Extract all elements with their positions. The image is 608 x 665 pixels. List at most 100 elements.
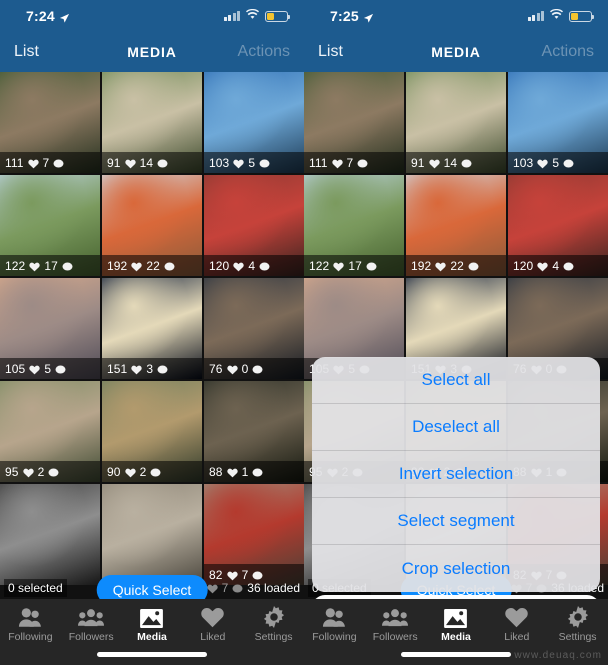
photo-stats: 192 22 [406,255,506,276]
heart-icon [537,158,549,168]
action-sheet-item-deselect-all[interactable]: Deselect all [312,404,600,451]
photo-stats: 103 5 [508,152,608,173]
tab-label: Following [8,631,53,643]
comment-bubble-icon [164,261,175,271]
photo-cell[interactable]: 111 7 [0,72,100,173]
nav-list-button[interactable]: List [14,43,39,61]
likes-count: 95 [5,464,19,479]
comment-bubble-icon [62,261,73,271]
action-sheet-item-select-all[interactable]: Select all [312,357,600,404]
nav-list-button[interactable]: List [318,43,343,61]
action-sheet: Select all Deselect all Invert selection Se… [312,357,600,592]
photo-stats: 1513 [102,358,202,379]
photo-cell[interactable]: 120 4 [508,175,608,276]
photo-cell[interactable]: 82 7 [204,484,304,585]
comment-bubble-icon [252,467,263,477]
comments-count: 17 [44,258,58,273]
comments-count: 5 [248,155,256,170]
photo-stats: 95 2 [0,461,100,482]
photo-cell[interactable]: 192 22 [102,175,202,276]
comments-count: 3 [146,361,154,376]
comment-bubble-icon [252,570,263,580]
status-bar-left: 7:24 [26,8,70,24]
heart-icon [233,261,245,271]
likes-count: 76 [209,361,223,376]
photo-cell[interactable]: 120 4 [204,175,304,276]
photo-cell[interactable]: 105 5 [0,278,100,379]
tab-label: Followers [372,631,418,643]
heart-icon [435,261,447,271]
photo-cell[interactable] [102,484,202,585]
battery-low-icon [265,10,291,22]
tab-following[interactable]: Following [304,606,365,665]
tab-label: Liked [200,631,226,643]
tab-settings[interactable]: Settings [243,606,304,665]
photo-stats: 192 22 [102,255,202,276]
photo-cell[interactable]: 192 22 [406,175,506,276]
photo-cell[interactable]: 103 5 [204,72,304,173]
comments-count: 4 [552,258,560,273]
likes-count: 82 [209,567,223,582]
photo-cell[interactable]: 1513 [102,278,202,379]
comments-count: 4 [248,258,256,273]
likes-count: 88 [209,464,223,479]
likes-count: 122 [309,258,330,273]
wifi-icon [549,7,564,25]
photo-cell[interactable] [0,484,100,585]
action-sheet-item-invert-selection[interactable]: Invert selection [312,451,600,498]
comment-bubble-icon [53,158,64,168]
comments-count: 5 [552,155,560,170]
heart-icon [131,261,143,271]
photo-cell[interactable]: 91 14 [102,72,202,173]
action-sheet-item-crop-selection[interactable]: Crop selection [312,545,600,592]
photo-cell[interactable]: 88 1 [204,381,304,482]
heart-icon [124,158,136,168]
heart-icon [22,467,34,477]
status-time: 7:24 [26,8,55,24]
action-sheet-item-select-segment[interactable]: Select segment [312,498,600,545]
comments-count: 7 [241,567,249,582]
tab-label: Media [441,631,471,643]
heart-icon [27,158,39,168]
photo-cell[interactable]: 91 14 [406,72,506,173]
likes-count: 192 [107,258,128,273]
photo-icon [444,606,468,628]
heart-icon [233,158,245,168]
nav-actions-button[interactable]: Actions [238,43,290,61]
phone-screen-left: 7:24 List MEDIA Actions 111 7 91 14 103 5 122 1… [0,0,304,665]
heart-icon [428,158,440,168]
comment-bubble-icon [252,364,263,374]
wifi-icon [245,7,260,25]
navigation-bar: List MEDIA Actions [304,32,608,72]
comment-bubble-icon [461,158,472,168]
photo-cell[interactable]: 76 0 [204,278,304,379]
likes-count: 91 [411,155,425,170]
photo-cell[interactable]: 95 2 [0,381,100,482]
three-persons-icon [78,606,105,628]
likes-count: 90 [107,464,121,479]
tab-label: Following [312,631,357,643]
comment-bubble-icon [157,158,168,168]
nav-actions-button[interactable]: Actions [542,43,594,61]
watermark: www.deuaq.com [514,650,602,661]
photo-cell[interactable]: 122 17 [304,175,404,276]
status-bar: 7:25 [304,0,608,32]
photo-stats: 103 5 [204,152,304,173]
photo-cell[interactable]: 90 2 [102,381,202,482]
photo-cell[interactable]: 122 17 [0,175,100,276]
photo-cell[interactable]: 103 5 [508,72,608,173]
comment-bubble-icon [259,261,270,271]
tab-following[interactable]: Following [0,606,61,665]
status-bar-right [223,7,291,25]
action-sheet-list[interactable]: Select all Deselect all Invert selection Se… [312,357,600,592]
heart-icon [226,467,238,477]
comment-bubble-icon [48,467,59,477]
photo-stats: 111 7 [0,152,100,173]
tab-label: Followers [68,631,114,643]
comments-count: 0 [241,361,249,376]
photo-cell[interactable]: 111 7 [304,72,404,173]
photo-stats: 91 14 [102,152,202,173]
likes-count: 91 [107,155,121,170]
tab-label: Settings [558,631,597,643]
likes-count: 192 [411,258,432,273]
